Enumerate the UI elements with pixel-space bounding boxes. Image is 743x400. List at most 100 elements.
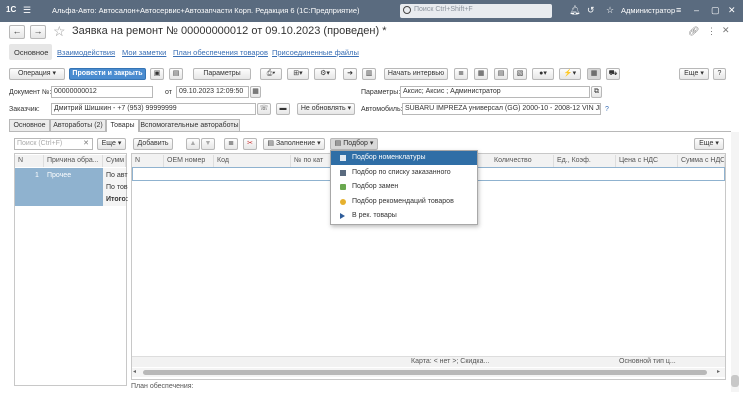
tab-main[interactable]: Основное [9,119,50,131]
nav-link-attached-files[interactable]: Присоединенные файлы [272,48,359,57]
col-reason-header[interactable]: Причина обра... [44,155,103,167]
print-icon[interactable]: ⎙▾ [260,68,282,80]
sheet-icon[interactable]: ▧ [513,68,527,80]
back-button[interactable]: ← [9,25,25,39]
post-icon[interactable]: ▤ [169,68,183,80]
list-icon[interactable]: ≣ [454,68,468,80]
goods-col-sum[interactable]: Сумма с НДС [678,155,725,167]
add-button[interactable]: Добавить [133,138,173,150]
params-button[interactable]: Параметры [193,68,251,80]
scroll-right-icon[interactable]: ▸ [717,368,720,375]
nav-link-interactions[interactable]: Взаимодействия [57,48,115,57]
goods-col-catalog[interactable]: № по кат [291,155,331,167]
row-total: Итого: [106,196,129,203]
menu-item-select-recommendations[interactable]: Подбор рекомендаций товаров [331,195,477,209]
menu-item-select-ordered[interactable]: Подбор по списку заказанного [331,166,477,180]
customer-field[interactable]: Дмитрий Шишкин - +7 (953) 99999999 [51,103,256,115]
doc-no-field[interactable]: 00000000012 [51,86,153,98]
move-down-icon[interactable]: ▼ [201,138,215,150]
car-icon[interactable]: ⛟ [606,68,620,80]
table-icon [340,155,346,161]
bulb-icon [340,199,346,205]
arrow-right-icon [340,213,345,219]
history-icon[interactable]: ↺ [587,5,595,16]
tab-goods[interactable]: Товары [106,119,139,132]
menu-icon[interactable]: ☰ [23,5,31,16]
date-field[interactable]: 09.10.2023 12:09:50 [176,86,249,98]
lightning-icon[interactable]: ⚡▾ [559,68,581,80]
restore-icon[interactable]: ▢ [711,5,720,16]
help-button[interactable]: ? [713,68,726,80]
col-sum-header[interactable]: Сумм [103,155,126,167]
left-more-button[interactable]: Еще ▾ [97,138,126,150]
nav-link-notes[interactable]: Мои заметки [122,48,166,57]
more-icon[interactable]: ⋮ [707,26,716,37]
post-close-button[interactable]: Провести и закрыть [69,68,146,80]
auto-field[interactable]: SUBARU IMPREZA универсал (GG) 2000-10 - … [402,103,601,115]
params-label: Параметры: [361,89,401,96]
no-update-button[interactable]: Не обновлять ▾ [297,103,355,115]
menu-item-select-replacements[interactable]: Подбор замен [331,180,477,194]
form-scrollbar-thumb[interactable] [731,375,739,387]
status-icon[interactable]: ●▾ [532,68,554,80]
fill-button[interactable]: ▤ Заполнение ▾ [263,138,325,150]
doc-no-label: Документ №: [9,89,52,96]
nav-link-main[interactable]: Основное [14,48,48,57]
menu-item-select-nomenclature[interactable]: Подбор номенклатуры [331,151,477,165]
folder-icon[interactable]: ▬ [276,103,290,115]
row-n: 1 [35,172,39,179]
params-open-icon[interactable]: ⧉ [591,86,602,98]
tab-aux-works[interactable]: Вспомогательные автоработы [139,119,240,131]
left-search-input[interactable]: Поиск (Ctrl+F) ✕ [14,138,93,150]
doc-icon[interactable]: ▥ [362,68,376,80]
goods-more-button[interactable]: Еще ▾ [694,138,724,150]
favorite-star-icon[interactable]: ☆ [53,23,66,40]
move-up-icon[interactable]: ▲ [186,138,200,150]
link-icon[interactable]: 🔗︎ [688,26,699,37]
star-icon[interactable]: ☆ [606,5,614,16]
user-name[interactable]: Администратор [621,6,675,15]
params-field[interactable]: Аксис; Аксис ; Администратор [400,86,590,98]
calc-icon[interactable]: ▦ [474,68,488,80]
tab-autoworks[interactable]: Автоработы (2) [50,119,106,131]
goods-col-oem[interactable]: OEM номер [164,155,214,167]
operation-button[interactable]: Операция ▾ [9,68,65,80]
select-button[interactable]: ▤ Подбор ▾ [330,138,378,150]
search-icon [403,6,411,14]
grid-icon[interactable]: ▦ [587,68,601,80]
goods-col-price[interactable]: Цена с НДС [616,155,678,167]
app-titlebar: 1С ☰ Альфа-Авто: Автосалон+Автосервис+Ав… [0,0,743,22]
bell-icon[interactable]: 🔔︎ [569,5,580,16]
minimize-icon[interactable]: – [694,5,699,15]
nav-link-supply-plan[interactable]: План обеспечения товаров [173,48,268,57]
settings-icon[interactable]: ≡ [676,5,681,15]
col-n-header[interactable]: N [15,155,44,167]
report-icon[interactable]: ⚙▾ [314,68,336,80]
auto-help-icon[interactable]: ? [605,106,609,113]
global-search-input[interactable]: Поиск Ctrl+Shift+F [400,4,552,18]
forward-button[interactable]: → [30,25,46,39]
form-scrollbar[interactable] [731,132,739,392]
goods-col-unit[interactable]: Ед., Коэф. [554,155,616,167]
goods-col-n[interactable]: N [132,155,164,167]
columns-icon[interactable]: ≣ [224,138,238,150]
start-interview-button[interactable]: Начать интервью [384,68,448,80]
goods-col-code[interactable]: Код [214,155,291,167]
scrollbar-thumb[interactable] [143,370,707,375]
toolbar-more-button[interactable]: Еще ▾ [679,68,709,80]
delete-icon[interactable]: ✂ [243,138,257,150]
scroll-left-icon[interactable]: ◂ [133,368,136,375]
create-based-icon[interactable]: ⊞▾ [287,68,309,80]
go-icon[interactable]: ➜ [343,68,357,80]
supply-plan-label: План обеспечения: [131,383,194,390]
menu-item-to-recommended[interactable]: В рек. товары [331,209,477,223]
footer-main-type: Основной тип ц... [619,358,676,365]
close-icon[interactable]: ✕ [728,5,736,16]
window-close-icon[interactable]: ✕ [722,25,730,36]
goods-col-qty[interactable]: Количество [491,155,554,167]
save-icon[interactable]: ▣ [150,68,164,80]
replace-icon [340,184,346,190]
table-icon[interactable]: ▤ [494,68,508,80]
phone-icon[interactable]: ☏ [257,103,271,115]
calendar-icon[interactable]: ▦ [250,86,261,98]
